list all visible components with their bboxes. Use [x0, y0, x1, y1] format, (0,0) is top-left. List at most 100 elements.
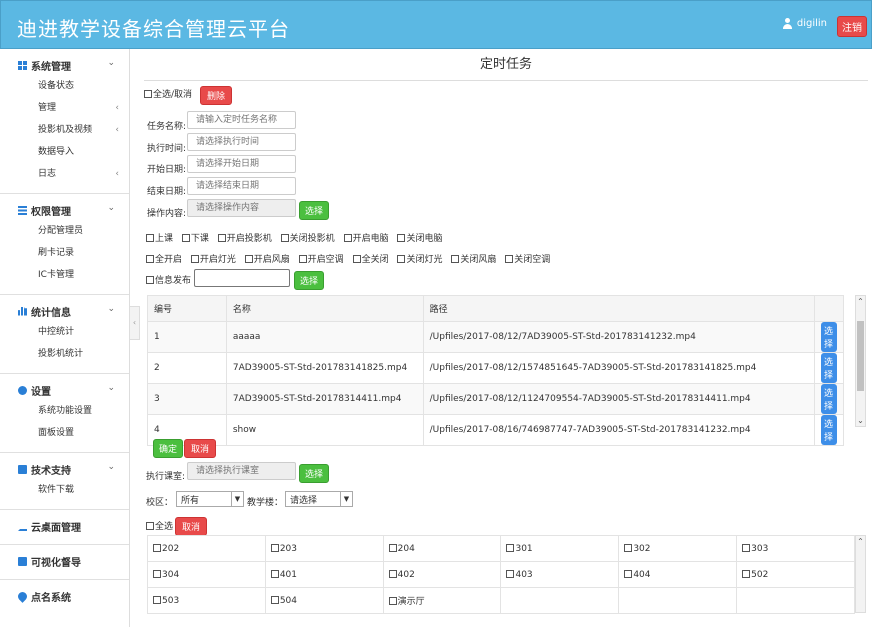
sidebar-item-system-settings[interactable]: 系统功能设置 [0, 400, 129, 422]
checkbox[interactable] [146, 276, 154, 284]
sidebar-head-system[interactable]: 系统管理 ⌄ [0, 55, 129, 75]
checkbox[interactable] [153, 569, 161, 578]
room-cell[interactable]: 404 [618, 561, 738, 588]
sidebar-item-panel-settings[interactable]: 面板设置 [0, 422, 129, 444]
start-date-input[interactable] [187, 155, 296, 173]
row-select-button[interactable]: 选择 [820, 322, 837, 352]
classroom-input[interactable] [187, 462, 296, 480]
op-all-on[interactable]: 全开启 [146, 255, 182, 265]
classroom-select-button[interactable]: 选择 [299, 464, 330, 483]
sidebar-item-card-records[interactable]: 刷卡记录 [0, 242, 129, 264]
checkbox[interactable] [153, 595, 161, 604]
checkbox[interactable] [388, 569, 397, 578]
row-select-button[interactable]: 选择 [820, 384, 837, 414]
exec-time-input[interactable] [187, 133, 296, 151]
scroll-up-icon[interactable]: ⌃ [856, 537, 865, 546]
checkbox[interactable] [146, 255, 154, 263]
file-table-scrollbar[interactable]: ⌃ ⌄ [855, 295, 866, 427]
row-select-button[interactable]: 选择 [820, 415, 837, 445]
op-class-start[interactable]: 上课 [146, 234, 173, 244]
sidebar-item-ic-card[interactable]: IC卡管理 [0, 264, 129, 286]
logout-button[interactable]: 注销 [837, 16, 867, 37]
room-cell[interactable]: 304 [147, 561, 266, 588]
checkbox[interactable] [397, 255, 406, 263]
sidebar-head-settings[interactable]: 设置 ⌄ [0, 380, 129, 400]
sidebar-item-control-stats[interactable]: 中控统计 [0, 321, 129, 343]
user-info[interactable]: digilin [782, 18, 827, 29]
op-light-on[interactable]: 开启灯光 [190, 255, 236, 265]
room-cell[interactable]: 401 [264, 561, 384, 588]
room-cell[interactable]: 演示厅 [382, 587, 502, 614]
op-pc-off[interactable]: 关闭电脑 [397, 234, 442, 244]
checkbox[interactable] [624, 543, 633, 552]
operation-input[interactable] [187, 199, 296, 217]
checkbox[interactable] [153, 543, 161, 552]
op-ac-off[interactable]: 关闭空调 [505, 255, 550, 265]
op-fan-off[interactable]: 关闭风扇 [451, 255, 496, 265]
room-cell[interactable]: 502 [736, 561, 855, 588]
room-cell[interactable]: 302 [618, 535, 738, 562]
scroll-down-icon[interactable]: ⌄ [856, 416, 865, 425]
campus-select[interactable]: 所有 ▼ [176, 491, 244, 507]
room-cell[interactable]: 503 [147, 587, 266, 614]
delete-button[interactable]: 删除 [200, 86, 233, 105]
op-ac-on[interactable]: 开启空调 [298, 255, 344, 265]
building-select[interactable]: 请选择 ▼ [285, 491, 353, 507]
info-publish-option[interactable]: 信息发布 [146, 273, 191, 286]
room-cell[interactable]: 203 [264, 535, 384, 562]
checkbox[interactable] [280, 234, 289, 242]
checkbox[interactable] [181, 234, 190, 242]
checkbox[interactable] [388, 543, 397, 552]
checkbox[interactable] [190, 255, 199, 263]
sidebar-item-projector-stats[interactable]: 投影机统计 [0, 343, 129, 365]
checkbox[interactable] [244, 255, 253, 263]
op-projector-on[interactable]: 开启投影机 [217, 234, 272, 244]
scroll-up-icon[interactable]: ⌃ [856, 297, 865, 306]
checkbox[interactable] [217, 234, 226, 242]
checkbox[interactable] [270, 569, 279, 578]
sidebar-head-supervision[interactable]: 可视化督导 [0, 551, 129, 571]
confirm-button[interactable]: 确定 [153, 439, 184, 458]
checkbox[interactable] [742, 569, 751, 578]
checkbox[interactable] [451, 255, 460, 263]
checkbox[interactable] [506, 543, 515, 552]
room-cell[interactable]: 204 [382, 535, 502, 562]
op-fan-on[interactable]: 开启风扇 [244, 255, 290, 265]
checkbox[interactable] [397, 234, 406, 242]
select-all-rooms[interactable]: 全选 [146, 519, 173, 532]
sidebar-head-rollcall[interactable]: 点名系统 [0, 586, 129, 606]
op-class-end[interactable]: 下课 [181, 234, 209, 244]
rooms-scrollbar[interactable]: ⌃ [855, 535, 866, 613]
sidebar-collapse-toggle[interactable]: ‹ [130, 306, 140, 340]
checkbox[interactable] [343, 234, 352, 242]
room-cell[interactable]: 202 [147, 535, 266, 562]
cancel-button[interactable]: 取消 [184, 439, 217, 458]
sidebar-item-device-status[interactable]: 设备状态 [0, 75, 129, 97]
select-all-toggle[interactable]: 全选/取消 [144, 87, 192, 100]
select-all-checkbox[interactable] [144, 90, 152, 98]
info-select-button[interactable]: 选择 [294, 271, 325, 290]
info-publish-input[interactable] [194, 269, 290, 287]
end-date-input[interactable] [187, 177, 296, 195]
sidebar-item-manage[interactable]: 管理 ‹ [0, 97, 129, 119]
operation-select-button[interactable]: 选择 [299, 201, 330, 220]
checkbox[interactable] [146, 522, 154, 530]
room-cell[interactable]: 303 [736, 535, 855, 562]
checkbox[interactable] [270, 543, 279, 552]
room-cell[interactable]: 403 [500, 561, 620, 588]
checkbox[interactable] [270, 595, 279, 604]
sidebar-item-data-import[interactable]: 数据导入 [0, 141, 129, 163]
checkbox[interactable] [388, 597, 397, 605]
sidebar-item-assign-admin[interactable]: 分配管理员 [0, 220, 129, 242]
row-select-button[interactable]: 选择 [820, 353, 837, 383]
sidebar-item-software-download[interactable]: 软件下载 [0, 479, 129, 501]
sidebar-head-support[interactable]: 技术支持 ⌄ [0, 459, 129, 479]
scroll-thumb[interactable] [857, 321, 864, 391]
checkbox[interactable] [506, 569, 515, 578]
checkbox[interactable] [146, 234, 154, 242]
checkbox[interactable] [505, 255, 514, 263]
task-name-input[interactable] [187, 111, 296, 129]
room-cell[interactable]: 301 [500, 535, 620, 562]
checkbox[interactable] [298, 255, 307, 263]
op-projector-off[interactable]: 关闭投影机 [280, 234, 335, 244]
